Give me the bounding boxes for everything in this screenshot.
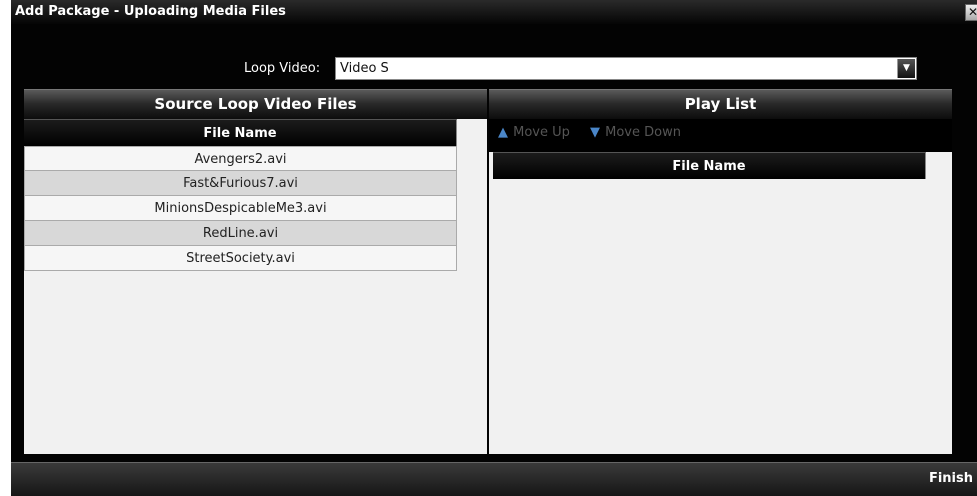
arrow-up-icon: ▲ <box>498 125 508 140</box>
dialog-footer: Finish <box>11 462 977 496</box>
source-file-row[interactable]: Fast&Furious7.avi <box>24 171 457 196</box>
loop-video-select[interactable]: Video S ▼ <box>335 57 917 80</box>
playlist-column-header[interactable]: File Name <box>493 152 926 179</box>
source-file-list: Avengers2.avi Fast&Furious7.avi MinionsD… <box>24 146 457 271</box>
source-file-row[interactable]: Avengers2.avi <box>24 146 457 171</box>
move-up-button[interactable]: ▲ Move Up <box>497 125 570 140</box>
source-file-row[interactable]: RedLine.avi <box>24 221 457 246</box>
source-file-row[interactable]: MinionsDespicableMe3.avi <box>24 196 457 221</box>
playlist-toolbar: ▲ Move Up ▼ Move Down <box>489 119 952 152</box>
add-package-dialog: Add Package - Uploading Media Files ✕ Lo… <box>11 0 977 496</box>
chevron-down-icon[interactable]: ▼ <box>897 59 915 78</box>
arrow-down-icon: ▼ <box>590 125 600 140</box>
playlist-panel-title: Play List <box>489 89 952 120</box>
playlist-body: File Name <box>489 152 952 454</box>
dialog-titlebar: Add Package - Uploading Media Files ✕ <box>11 0 977 24</box>
source-file-row[interactable]: StreetSociety.avi <box>24 246 457 271</box>
playlist-panel: Play List ▲ Move Up ▼ Move Down File Nam… <box>489 89 952 454</box>
close-icon[interactable]: ✕ <box>965 4 977 21</box>
source-column-header[interactable]: File Name <box>24 119 457 146</box>
move-down-button[interactable]: ▼ Move Down <box>589 125 681 140</box>
loop-video-label: Loop Video: <box>244 61 321 76</box>
source-panel-title: Source Loop Video Files <box>24 89 487 120</box>
dialog-title: Add Package - Uploading Media Files <box>15 4 286 19</box>
finish-button[interactable]: Finish <box>929 471 973 486</box>
move-down-label: Move Down <box>605 125 681 140</box>
loop-video-value: Video S <box>340 61 389 76</box>
source-panel: Source Loop Video Files File Name Avenge… <box>24 89 487 454</box>
move-up-label: Move Up <box>513 125 570 140</box>
source-panel-body: File Name Avengers2.avi Fast&Furious7.av… <box>24 119 487 454</box>
